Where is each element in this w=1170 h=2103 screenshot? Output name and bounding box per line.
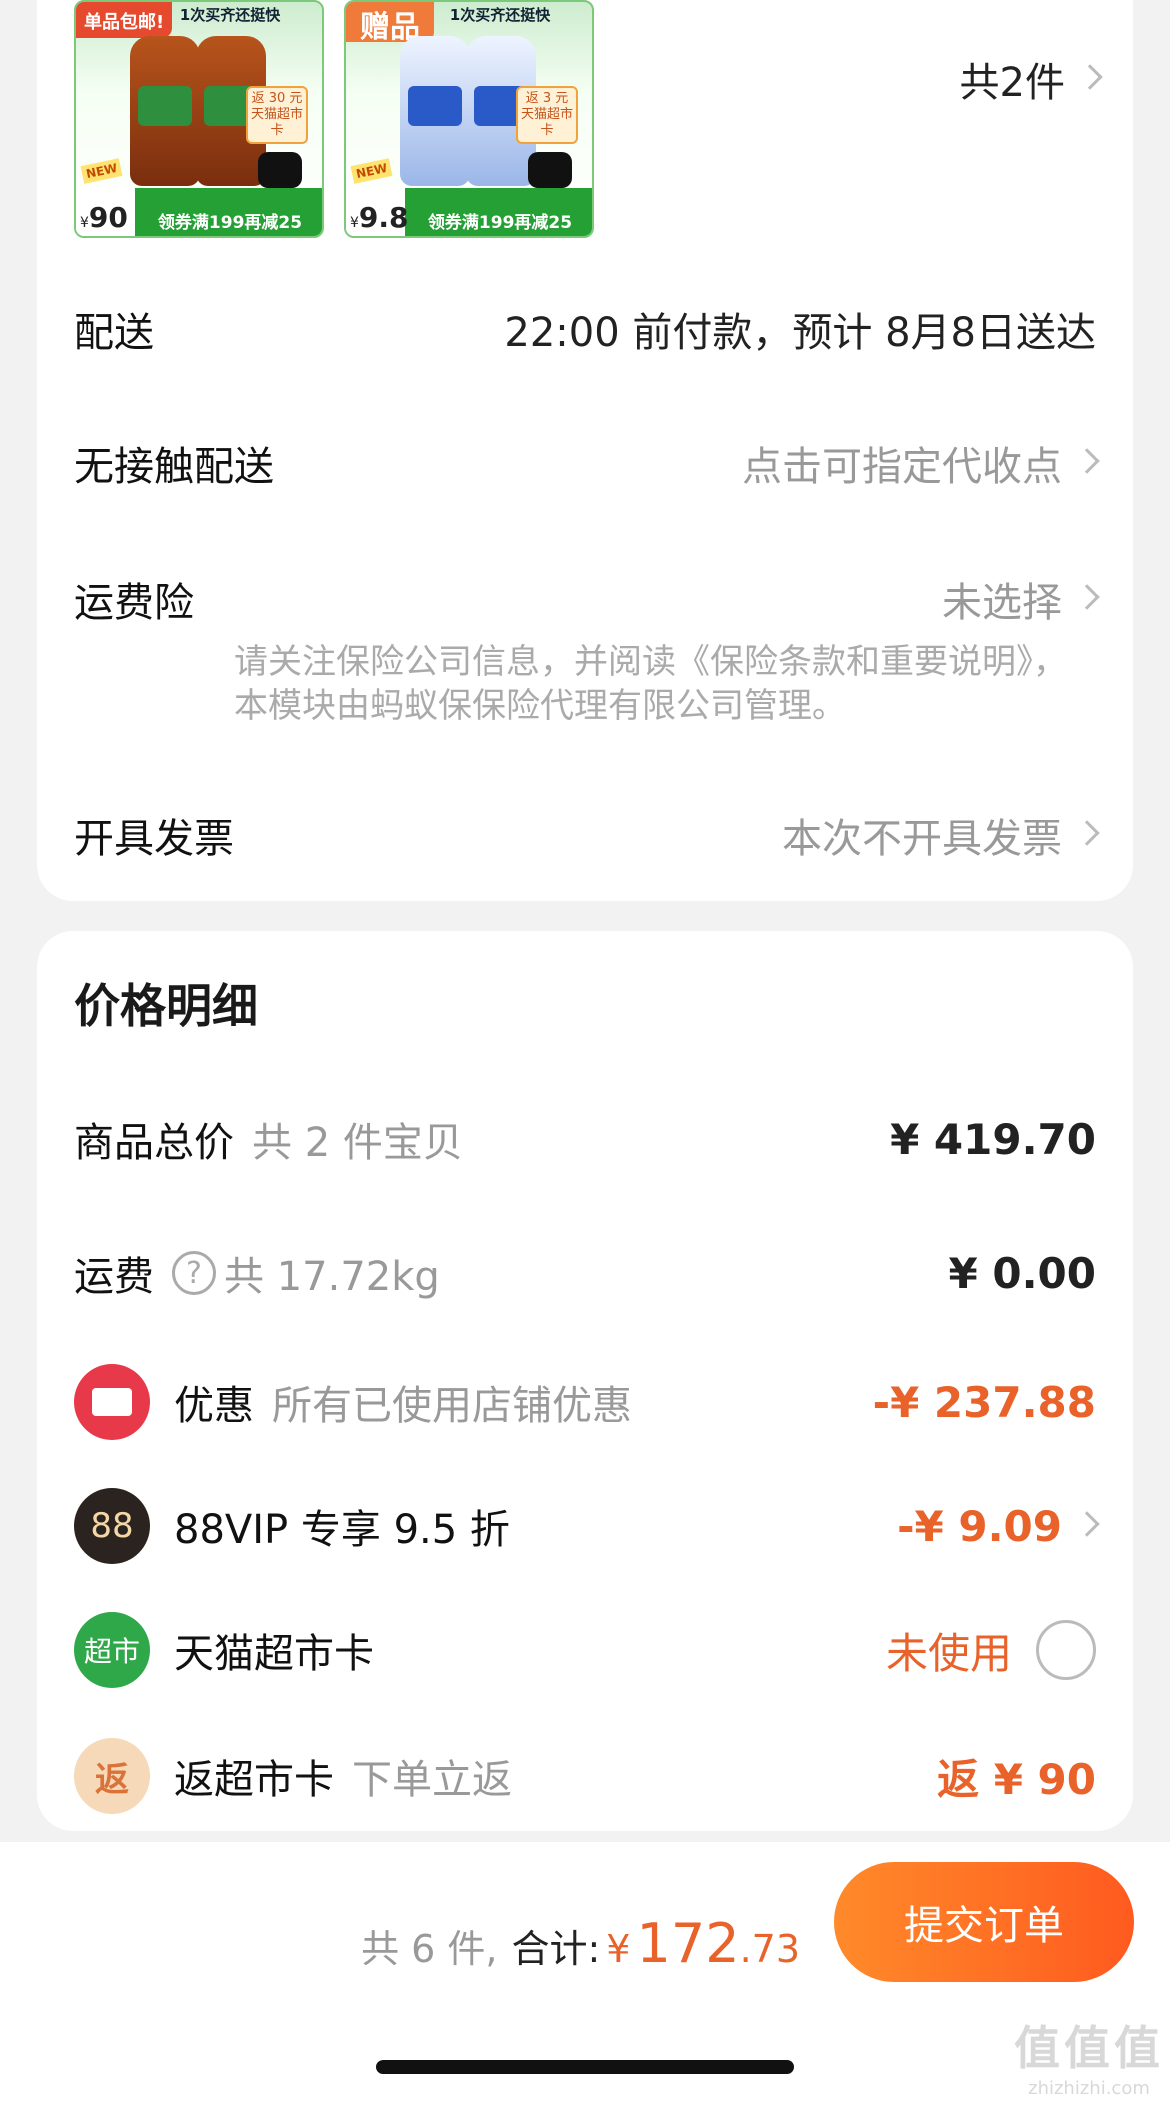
chevron-right-icon xyxy=(1074,1511,1100,1537)
total-decimal: .73 xyxy=(739,1927,800,1971)
watermark-text: 值值值 xyxy=(1014,2021,1164,2075)
rebate-sub: 下单立返 xyxy=(352,1757,512,1803)
product-price: ¥9.8 xyxy=(350,201,409,234)
promo-box: 返 30 元 天猫超市卡 xyxy=(246,86,308,144)
delivery-value: 22:00 前付款，预计 8月8日送达 xyxy=(504,310,1096,356)
discount-label: 优惠 xyxy=(174,1383,254,1429)
supermarket-card-label: 天猫超市卡 xyxy=(174,1631,374,1677)
insurance-note: 请关注保险公司信息，并阅读《保险条款和重要说明》，本模块由蚂蚁保保险代理有限公司… xyxy=(234,642,1067,726)
order-count: 共 6 件, xyxy=(361,1927,498,1971)
new-badge: NEW xyxy=(350,158,393,184)
chevron-right-icon xyxy=(1074,584,1100,610)
home-indicator xyxy=(376,2060,794,2074)
tmall-cat-icon xyxy=(258,152,302,188)
supermarket-card-row[interactable]: 超市 天猫超市卡 未使用 xyxy=(74,1612,1096,1688)
promo-line-2: 领券满199再减25 xyxy=(427,213,573,233)
discount-amount: -¥ 237.88 xyxy=(872,1377,1096,1427)
contactless-label: 无接触配送 xyxy=(74,444,274,490)
watermark-url: zhizhizhi.com xyxy=(1028,2078,1150,2099)
chevron-right-icon xyxy=(1074,820,1100,846)
supermarket-card-icon: 超市 xyxy=(74,1612,150,1688)
shipping-row: 运费 ? 共 17.72kg ¥ 0.00 xyxy=(74,1244,1096,1302)
rebate-amount: 返 ¥ 90 xyxy=(937,1754,1096,1804)
item-count-link[interactable]: 共2件 xyxy=(960,50,1103,108)
rebate-icon: 返 xyxy=(74,1738,150,1814)
total-label: 合计: xyxy=(511,1927,601,1971)
insurance-label: 运费险 xyxy=(74,580,194,626)
vip-label: 88VIP 专享 9.5 折 xyxy=(174,1507,510,1553)
shipping-sub: 共 17.72kg xyxy=(224,1254,440,1300)
invoice-row[interactable]: 开具发票 本次不开具发票 xyxy=(74,806,1100,864)
chevron-right-icon xyxy=(1074,448,1100,474)
tmall-cat-icon xyxy=(528,152,572,188)
goods-total-sub: 共 2 件宝贝 xyxy=(252,1120,463,1166)
chevron-right-icon xyxy=(1077,64,1103,90)
total-currency: ¥ xyxy=(606,1927,631,1971)
insurance-row[interactable]: 运费险 未选择 xyxy=(74,570,1100,628)
discount-row: 优惠 所有已使用店铺优惠 -¥ 237.88 xyxy=(74,1364,1096,1440)
ticket-icon xyxy=(74,1364,150,1440)
bottle-image xyxy=(130,36,200,186)
shipping-label: 运费 xyxy=(74,1254,154,1300)
rebate-row: 返 返超市卡 下单立返 返 ¥ 90 xyxy=(74,1738,1096,1814)
supermarket-card-status: 未使用 xyxy=(885,1628,1012,1678)
contactless-row[interactable]: 无接触配送 点击可指定代收点 xyxy=(74,434,1100,492)
new-badge: NEW xyxy=(80,158,123,184)
vip-discount-row[interactable]: 88 88VIP 专享 9.5 折 -¥ 9.09 xyxy=(74,1488,1100,1564)
invoice-value: 本次不开具发票 xyxy=(782,816,1062,862)
rebate-label: 返超市卡 xyxy=(174,1757,334,1803)
discount-sub: 所有已使用店铺优惠 xyxy=(272,1383,632,1429)
product-thumbnail-1[interactable]: 单品包邮! 返 30 元 天猫超市卡 NEW ¥90 1次买齐还挺快 领券满19… xyxy=(74,0,324,238)
goods-total-label: 商品总价 xyxy=(74,1120,234,1166)
supermarket-card-radio[interactable] xyxy=(1036,1620,1096,1680)
order-total: 共 6 件, 合计: ¥ 172 .73 xyxy=(361,1912,800,1975)
delivery-row: 配送 22:00 前付款，预计 8月8日送达 xyxy=(74,300,1096,358)
invoice-label: 开具发票 xyxy=(74,816,234,862)
watermark-logo: 值值值 zhizhizhi.com xyxy=(1014,2012,1164,2099)
help-icon[interactable]: ? xyxy=(172,1251,216,1295)
delivery-label: 配送 xyxy=(74,310,154,356)
shipping-amount: ¥ 0.00 xyxy=(948,1248,1096,1298)
price-detail-title: 价格明细 xyxy=(74,979,258,1033)
bottle-image xyxy=(400,36,470,186)
insurance-value: 未选择 xyxy=(942,580,1062,626)
goods-total-row: 商品总价 共 2 件宝贝 ¥ 419.70 xyxy=(74,1110,1096,1168)
goods-total-amount: ¥ 419.70 xyxy=(890,1114,1096,1164)
contactless-value: 点击可指定代收点 xyxy=(742,444,1062,490)
total-integer: 172 xyxy=(636,1912,740,1975)
promo-line-2: 领券满199再减25 xyxy=(157,213,303,233)
product-price: ¥90 xyxy=(80,201,128,234)
promo-line-1: 1次买齐还挺快 xyxy=(449,6,551,24)
submit-order-button[interactable]: 提交订单 xyxy=(834,1862,1134,1982)
vip-amount: -¥ 9.09 xyxy=(897,1501,1062,1551)
promo-box: 返 3 元 天猫超市卡 xyxy=(516,86,578,144)
vip-88-icon: 88 xyxy=(74,1488,150,1564)
product-thumbnail-2[interactable]: 赠品 返 3 元 天猫超市卡 NEW ¥9.8 1次买齐还挺快 领券满199再减… xyxy=(344,0,594,238)
promo-line-1: 1次买齐还挺快 xyxy=(179,6,281,24)
